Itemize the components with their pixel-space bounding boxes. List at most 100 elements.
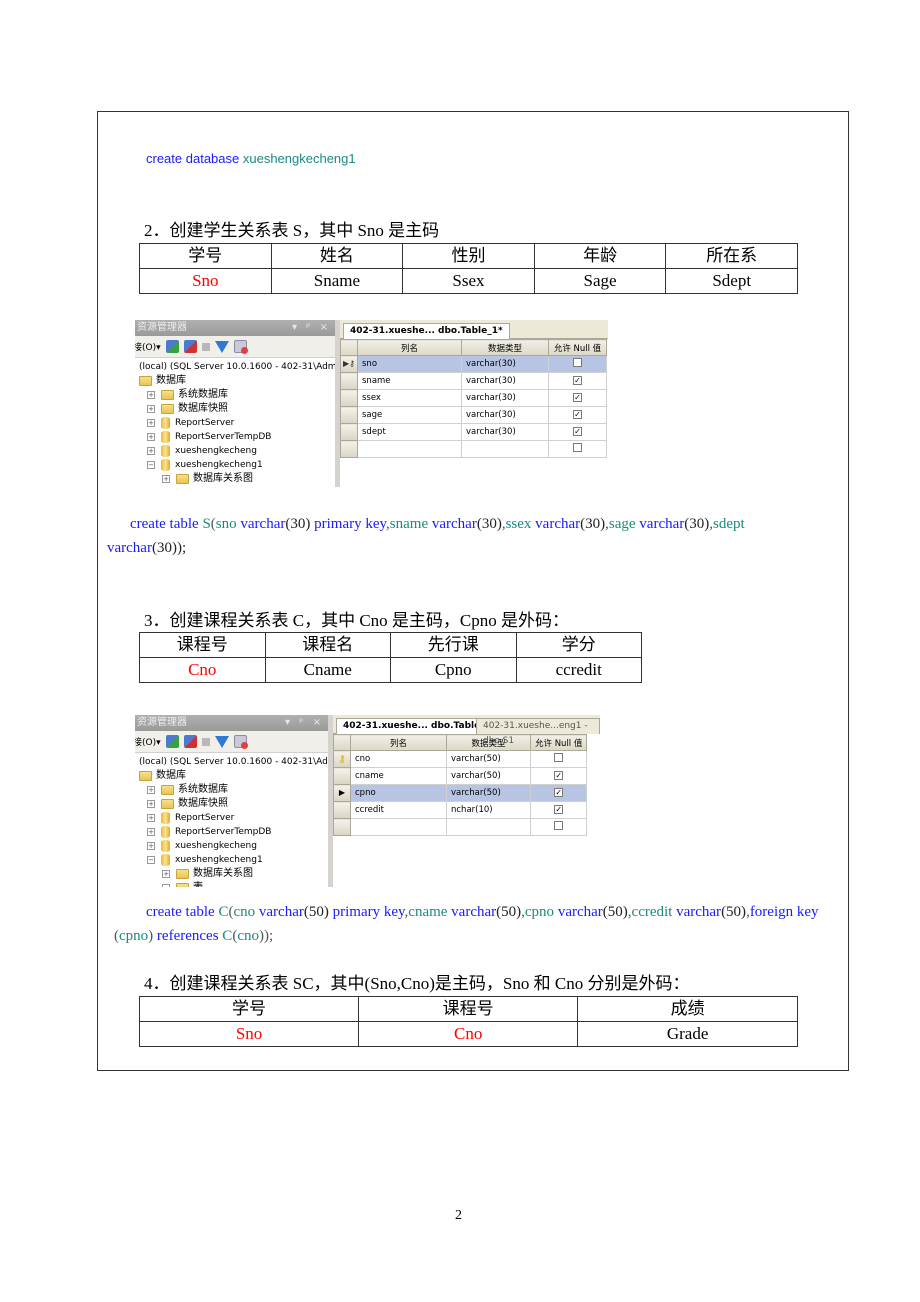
expand-icon[interactable]: + xyxy=(147,447,155,455)
tree-node[interactable]: + ReportServerTempDB xyxy=(135,430,335,444)
row-selector[interactable] xyxy=(333,767,351,785)
filter-icon[interactable] xyxy=(214,340,229,353)
data-type-cell[interactable]: varchar(30) xyxy=(461,423,549,441)
tree-node[interactable]: + xueshengkecheng xyxy=(135,444,335,458)
tree-node[interactable]: + ReportServerTempDB xyxy=(135,825,328,839)
allow-null-checkbox-checked[interactable]: ✓ xyxy=(554,805,564,814)
grid-row[interactable] xyxy=(333,818,588,836)
allow-null-checkbox[interactable] xyxy=(554,821,564,830)
grid-row[interactable]: ⚷ cno varchar(50) xyxy=(333,750,588,768)
tree-node[interactable]: − xueshengkecheng1 xyxy=(135,853,328,867)
column-name-cell[interactable]: cpno xyxy=(350,784,447,802)
grid-row[interactable]: cname varchar(50) ✓ xyxy=(333,767,588,785)
row-selector[interactable] xyxy=(340,440,358,458)
disconnect-icon[interactable] xyxy=(183,735,197,748)
explorer-window-controls[interactable]: ▾ ᵖ × xyxy=(292,320,331,336)
allow-null-checkbox-checked[interactable]: ✓ xyxy=(573,427,582,436)
tree-node[interactable]: + 数据库快照 xyxy=(135,402,335,416)
column-name-cell[interactable]: sdept xyxy=(357,423,462,441)
expand-icon[interactable]: + xyxy=(162,870,170,878)
allow-null-checkbox-checked[interactable]: ✓ xyxy=(573,393,582,402)
designer-tab-inactive[interactable]: 402-31.xueshe...eng1 - dbo.S1 xyxy=(476,718,600,746)
expand-icon[interactable]: + xyxy=(162,475,170,483)
grid-row[interactable]: ccredit nchar(10) ✓ xyxy=(333,801,588,819)
allow-null-checkbox-checked[interactable]: ✓ xyxy=(554,788,564,797)
column-name-cell[interactable] xyxy=(357,440,462,458)
column-name-cell[interactable]: ccredit xyxy=(350,801,447,819)
collapse-icon[interactable]: − xyxy=(162,884,170,887)
stop-icon[interactable] xyxy=(201,342,210,351)
row-selector[interactable] xyxy=(333,801,351,819)
data-type-cell[interactable]: nchar(10) xyxy=(446,801,531,819)
tree-node[interactable]: + 系统数据库 xyxy=(135,783,328,797)
row-selector[interactable] xyxy=(340,389,358,407)
filter-icon[interactable] xyxy=(214,735,229,748)
tree-node-databases[interactable]: 数据库 xyxy=(135,769,328,783)
tree-node[interactable]: + 数据库快照 xyxy=(135,797,328,811)
expand-icon[interactable]: + xyxy=(147,828,155,836)
data-type-cell[interactable]: varchar(30) xyxy=(461,372,549,390)
data-type-cell[interactable]: varchar(30) xyxy=(461,389,549,407)
column-name-cell[interactable]: sno xyxy=(357,355,462,373)
row-selector[interactable] xyxy=(340,372,358,390)
column-name-cell[interactable]: sage xyxy=(357,406,462,424)
collapse-icon[interactable]: − xyxy=(147,856,155,864)
expand-icon[interactable]: + xyxy=(147,786,155,794)
grid-row[interactable]: sname varchar(30) ✓ xyxy=(340,372,607,390)
disconnect-icon[interactable] xyxy=(183,340,197,353)
grid-row[interactable]: ▶ cpno varchar(50) ✓ xyxy=(333,784,588,802)
column-name-cell[interactable]: ssex xyxy=(357,389,462,407)
designer-tab-active[interactable]: 402-31.xueshe... dbo.Table_1* xyxy=(343,323,510,339)
column-name-cell[interactable]: cno xyxy=(350,750,447,768)
tree-node-server[interactable]: (local) (SQL Server 10.0.1600 - 402-31\A… xyxy=(135,755,328,769)
grid-row[interactable]: sdept varchar(30) ✓ xyxy=(340,423,607,441)
allow-null-checkbox-checked[interactable]: ✓ xyxy=(573,410,582,419)
tree-node-tables[interactable]: − 表 xyxy=(135,881,328,887)
row-selector[interactable]: ▶⚷ xyxy=(340,355,358,373)
grid-row[interactable] xyxy=(340,440,607,458)
data-type-cell[interactable]: varchar(50) xyxy=(446,750,531,768)
grid-row[interactable]: ▶⚷ sno varchar(30) xyxy=(340,355,607,373)
refresh-icon[interactable] xyxy=(233,340,248,354)
tree-node[interactable]: − xueshengkecheng1 xyxy=(135,458,335,472)
tree-node-databases[interactable]: 数据库 xyxy=(135,374,335,388)
allow-null-checkbox[interactable] xyxy=(573,358,582,367)
tree-node[interactable]: + 数据库关系图 xyxy=(135,472,335,486)
column-name-cell[interactable] xyxy=(350,818,447,836)
row-selector[interactable]: ▶ xyxy=(333,784,351,802)
data-type-cell[interactable]: varchar(30) xyxy=(461,355,549,373)
connect-icon[interactable] xyxy=(165,340,179,353)
row-selector[interactable] xyxy=(333,818,351,836)
row-selector[interactable] xyxy=(340,406,358,424)
expand-icon[interactable]: + xyxy=(147,419,155,427)
collapse-icon[interactable]: − xyxy=(147,461,155,469)
refresh-icon[interactable] xyxy=(233,735,248,749)
allow-null-checkbox-checked[interactable]: ✓ xyxy=(573,376,582,385)
data-type-cell[interactable]: varchar(30) xyxy=(461,406,549,424)
connect-dropdown[interactable]: 连接(O)▾ xyxy=(135,735,161,748)
tree-node[interactable]: + ReportServer xyxy=(135,811,328,825)
tree-node-server[interactable]: (local) (SQL Server 10.0.1600 - 402-31\A… xyxy=(135,360,335,374)
expand-icon[interactable]: + xyxy=(147,391,155,399)
tree-node[interactable]: + 系统数据库 xyxy=(135,388,335,402)
column-name-cell[interactable]: cname xyxy=(350,767,447,785)
connect-dropdown[interactable]: 连接(O)▾ xyxy=(135,340,161,353)
expand-icon[interactable]: + xyxy=(147,433,155,441)
allow-null-checkbox[interactable] xyxy=(554,753,564,762)
data-type-cell[interactable]: varchar(50) xyxy=(446,767,531,785)
explorer-window-controls[interactable]: ▾ ᵖ × xyxy=(285,715,324,731)
row-selector[interactable]: ⚷ xyxy=(333,750,351,768)
allow-null-checkbox[interactable] xyxy=(573,443,582,452)
tree-node[interactable]: + ReportServer xyxy=(135,416,335,430)
expand-icon[interactable]: + xyxy=(147,800,155,808)
expand-icon[interactable]: + xyxy=(147,405,155,413)
data-type-cell[interactable]: varchar(50) xyxy=(446,784,531,802)
tree-node[interactable]: + xueshengkecheng xyxy=(135,839,328,853)
stop-icon[interactable] xyxy=(201,737,210,746)
row-selector[interactable] xyxy=(340,423,358,441)
grid-row[interactable]: sage varchar(30) ✓ xyxy=(340,406,607,424)
expand-icon[interactable]: + xyxy=(147,842,155,850)
allow-null-checkbox-checked[interactable]: ✓ xyxy=(554,771,564,780)
data-type-cell[interactable] xyxy=(446,818,531,836)
connect-icon[interactable] xyxy=(165,735,179,748)
